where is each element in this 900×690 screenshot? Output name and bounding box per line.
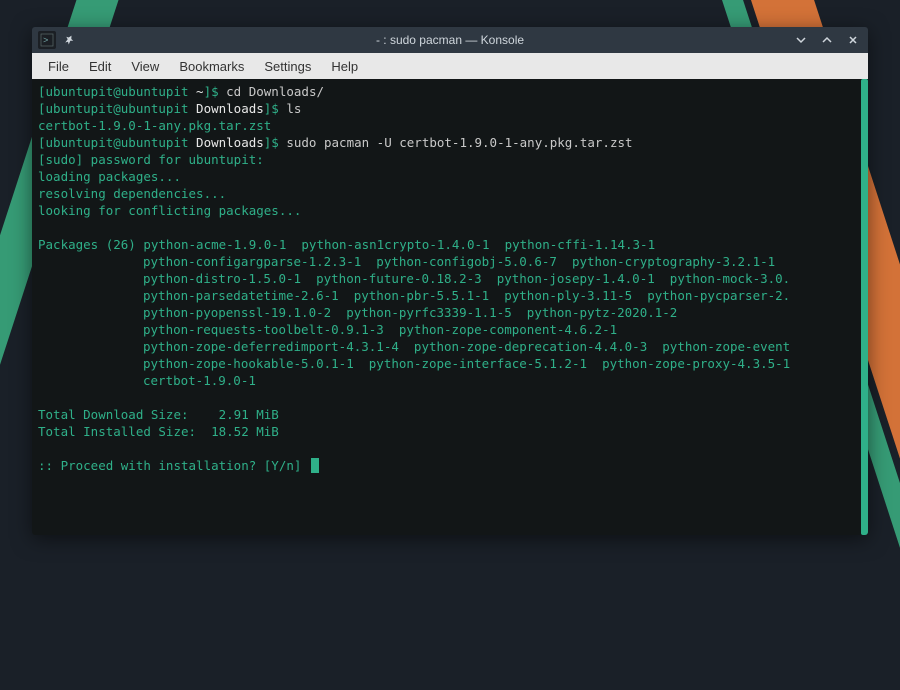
konsole-window: > - : sudo pacman — Konsole File Edit Vi… [32, 27, 868, 535]
menu-settings[interactable]: Settings [254, 55, 321, 78]
menu-edit[interactable]: Edit [79, 55, 121, 78]
menubar: File Edit View Bookmarks Settings Help [32, 53, 868, 79]
titlebar[interactable]: > - : sudo pacman — Konsole [32, 27, 868, 53]
package-list: python-configargparse-1.2.3-1 python-con… [38, 253, 862, 270]
package-list: python-requests-toolbelt-0.9.1-3 python-… [38, 321, 862, 338]
output-line: resolving dependencies... [38, 185, 862, 202]
close-button[interactable] [842, 29, 864, 51]
svg-text:>: > [43, 36, 48, 46]
scrollbar-thumb[interactable] [861, 79, 868, 535]
cwd: ~ [196, 84, 204, 99]
installed-size-label: Total Installed Size: [38, 424, 211, 439]
maximize-button[interactable] [816, 29, 838, 51]
packages-header: Packages (26) [38, 237, 143, 252]
download-size-value: 2.91 MiB [219, 407, 279, 422]
menu-bookmarks[interactable]: Bookmarks [169, 55, 254, 78]
window-title: - : sudo pacman — Konsole [32, 33, 868, 47]
output-line: looking for conflicting packages... [38, 202, 862, 219]
app-icon: > [38, 31, 56, 49]
installed-size-value: 18.52 MiB [211, 424, 279, 439]
prompt-end: ]$ [264, 101, 287, 116]
proceed-prompt: :: Proceed with installation? [Y/n] [38, 458, 309, 473]
minimize-button[interactable] [790, 29, 812, 51]
prompt: [ubuntupit@ubuntupit [38, 135, 196, 150]
package-list: python-pyopenssl-19.1.0-2 python-pyrfc33… [38, 304, 862, 321]
ls-output: certbot-1.9.0-1-any.pkg.tar.zst [38, 117, 862, 134]
command: sudo pacman -U certbot-1.9.0-1-any.pkg.t… [286, 135, 632, 150]
terminal-area[interactable]: [ubuntupit@ubuntupit ~]$ cd Downloads/ [… [32, 79, 868, 535]
prompt: [ubuntupit@ubuntupit [38, 101, 196, 116]
pin-icon[interactable] [62, 33, 76, 47]
prompt-end: ]$ [264, 135, 287, 150]
cursor-icon [311, 458, 319, 473]
package-list: python-zope-hookable-5.0.1-1 python-zope… [38, 355, 862, 372]
package-list: certbot-1.9.0-1 [38, 372, 862, 389]
output-line: loading packages... [38, 168, 862, 185]
package-list: python-parsedatetime-2.6-1 python-pbr-5.… [38, 287, 862, 304]
command: cd Downloads/ [226, 84, 324, 99]
menu-help[interactable]: Help [321, 55, 368, 78]
prompt-end: ]$ [204, 84, 227, 99]
prompt: [ubuntupit@ubuntupit [38, 84, 196, 99]
download-size-label: Total Download Size: [38, 407, 219, 422]
menu-view[interactable]: View [121, 55, 169, 78]
scrollbar[interactable] [861, 79, 868, 535]
cwd: Downloads [196, 101, 264, 116]
menu-file[interactable]: File [38, 55, 79, 78]
package-list: python-zope-deferredimport-4.3.1-4 pytho… [38, 338, 862, 355]
cwd: Downloads [196, 135, 264, 150]
command: ls [286, 101, 301, 116]
package-list: python-acme-1.9.0-1 python-asn1crypto-1.… [143, 237, 655, 252]
output-line: [sudo] password for ubuntupit: [38, 151, 862, 168]
package-list: python-distro-1.5.0-1 python-future-0.18… [38, 270, 862, 287]
